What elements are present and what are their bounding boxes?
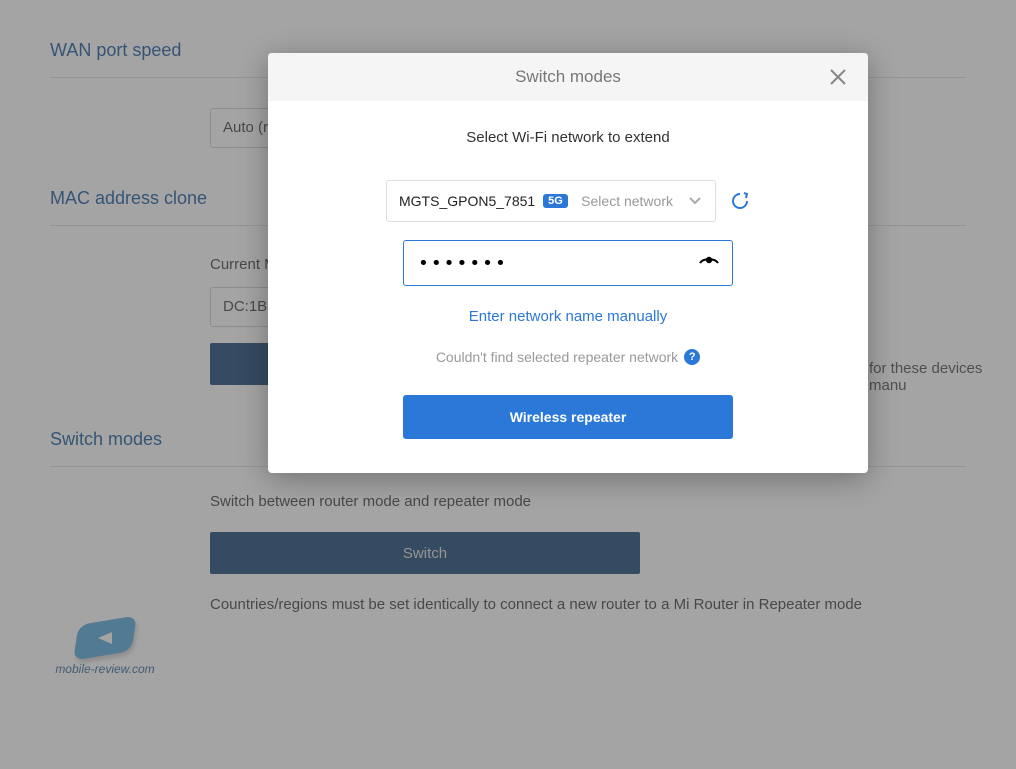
chevron-down-icon (687, 192, 703, 211)
network-select[interactable]: MGTS_GPON5_7851 5G Select network (386, 180, 716, 222)
enter-manually-link[interactable]: Enter network name manually (368, 308, 768, 325)
network-ssid: MGTS_GPON5_7851 (399, 193, 535, 209)
modal-instruction: Select Wi-Fi network to extend (368, 129, 768, 146)
wireless-repeater-button[interactable]: Wireless repeater (403, 395, 733, 439)
cant-find-text: Couldn't find selected repeater network … (436, 349, 700, 365)
password-field[interactable] (403, 240, 733, 286)
band-badge: 5G (543, 194, 568, 208)
help-icon[interactable]: ? (684, 349, 700, 365)
switch-modes-modal: Switch modes Select Wi-Fi network to ext… (268, 53, 868, 473)
modal-title: Switch modes (515, 67, 621, 86)
close-icon[interactable] (818, 53, 858, 101)
modal-header: Switch modes (268, 53, 868, 101)
password-input[interactable] (416, 252, 690, 275)
refresh-icon[interactable] (730, 191, 750, 211)
show-password-icon[interactable] (698, 250, 720, 277)
network-placeholder: Select network (581, 193, 673, 209)
